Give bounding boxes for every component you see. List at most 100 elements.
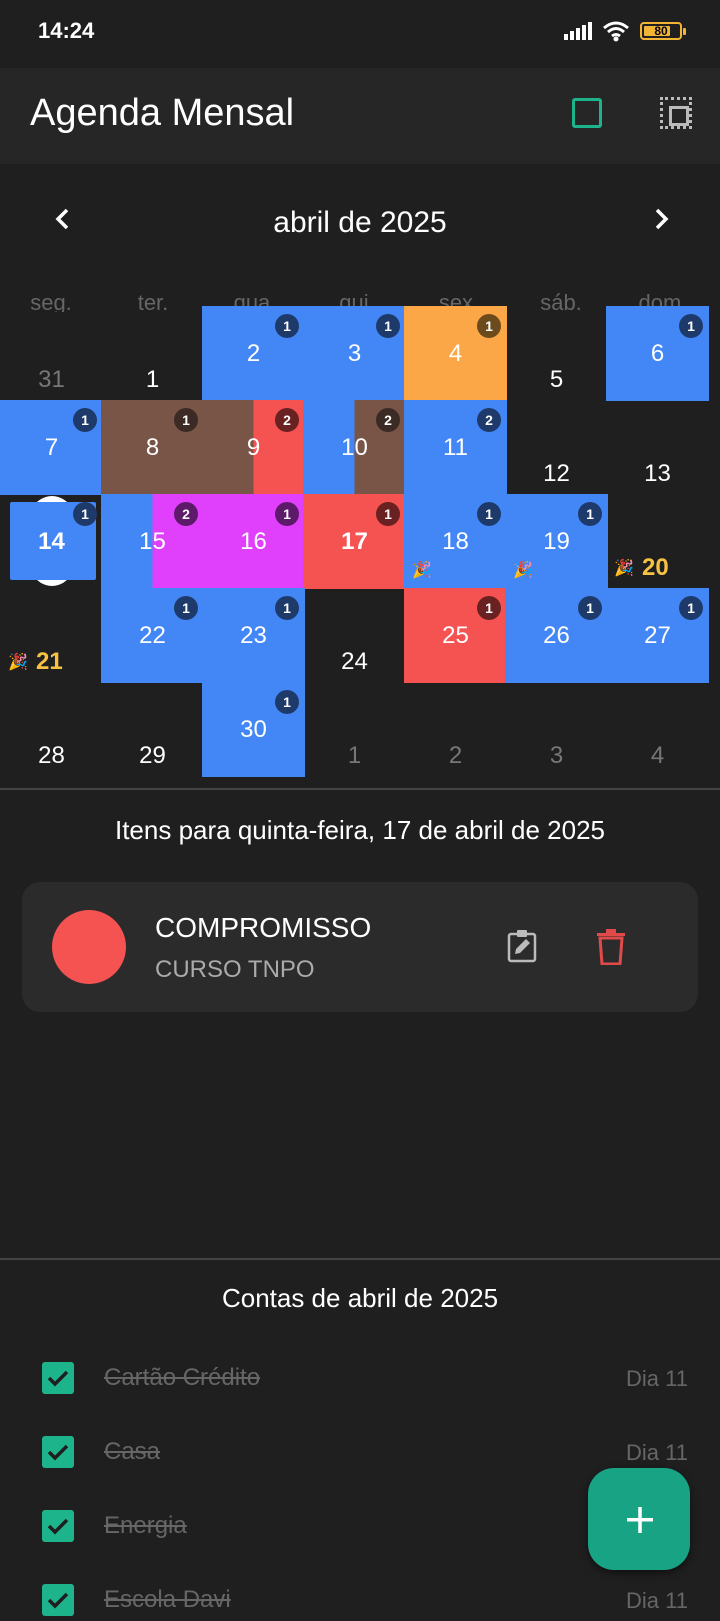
calendar-day[interactable]: 5 (505, 306, 608, 401)
calendar-day[interactable]: 22 1 (101, 588, 204, 683)
checkbox-checked-icon[interactable] (42, 1362, 74, 1394)
checkbox-checked-icon[interactable] (42, 1584, 74, 1616)
event-count-badge: 1 (477, 596, 501, 620)
calendar-day[interactable]: 12 (505, 400, 608, 495)
select-view-icon[interactable] (660, 97, 692, 129)
calendar-day[interactable]: 19 1 🎉 (505, 494, 608, 589)
divider (0, 788, 720, 790)
checkbox-checked-icon[interactable] (42, 1436, 74, 1468)
calendar-day[interactable]: 11 2 (404, 400, 507, 495)
calendar-day[interactable]: 27 1 (606, 588, 709, 683)
bill-name: Casa (104, 1438, 161, 1465)
event-count-badge: 1 (174, 408, 198, 432)
calendar-day[interactable]: 41 (404, 306, 507, 401)
day-number: 16 (240, 528, 267, 555)
calendar-day[interactable]: 21 (202, 306, 305, 401)
day-number: 1 (145, 366, 160, 393)
day-number: 14 (38, 528, 65, 555)
calendar-day[interactable]: 30 1 (202, 682, 305, 777)
calendar-day[interactable]: 17 1 (303, 494, 406, 589)
calendar-day[interactable]: 31 (0, 306, 103, 401)
status-icons: 80 (564, 20, 686, 42)
day-number: 31 (38, 366, 65, 393)
day-number: 2 (246, 340, 261, 367)
month-label: abril de 2025 (273, 206, 447, 239)
day-number: 20 (642, 554, 669, 581)
event-count-badge: 1 (275, 502, 299, 526)
day-number: 4 (650, 742, 665, 769)
add-button[interactable] (588, 1468, 690, 1570)
day-number: 3 (549, 742, 564, 769)
day-number: 12 (543, 460, 570, 487)
calendar-day[interactable]: 23 1 (202, 588, 305, 683)
calendar-day[interactable]: 92 (202, 400, 305, 495)
item-color-dot (52, 910, 126, 984)
day-number: 19 (543, 528, 570, 555)
calendar-day[interactable]: 16 1 2 (174, 494, 305, 589)
month-view-icon[interactable] (572, 98, 602, 128)
day-number: 17 (341, 528, 368, 555)
app-title: Agenda Mensal (30, 92, 295, 134)
calendar-day[interactable]: 13 (606, 400, 709, 495)
wifi-icon (603, 21, 629, 42)
status-time: 14:24 (38, 18, 95, 43)
day-number: 30 (240, 716, 267, 743)
event-count-badge: 1 (578, 502, 602, 526)
calendar-day[interactable]: 18 1 🎉 (404, 494, 507, 589)
calendar-day[interactable]: 71 (0, 400, 103, 495)
day-number: 23 (240, 622, 267, 649)
event-count-badge: 1 (275, 690, 299, 714)
calendar-day[interactable]: 29 (101, 682, 204, 777)
chevron-right-icon[interactable] (646, 204, 676, 234)
party-popper-icon: 🎉 (412, 562, 432, 579)
day-number: 1 (347, 742, 362, 769)
chevron-left-icon[interactable] (48, 204, 78, 234)
checkbox-checked-icon[interactable] (42, 1510, 74, 1542)
signal-icon (564, 22, 592, 40)
bill-name: Escola Davi (104, 1586, 231, 1613)
calendar-day[interactable]: 25 1 (404, 588, 507, 683)
day-number: 15 (139, 528, 166, 555)
party-popper-icon: 🎉 (513, 562, 533, 579)
event-count-badge: 1 (376, 314, 400, 338)
day-number: 25 (442, 622, 469, 649)
calendar-day[interactable]: 🎉 20 (606, 494, 709, 589)
day-number: 29 (139, 742, 166, 769)
item-type: COMPROMISSO (155, 912, 372, 943)
calendar-day[interactable]: 31 (303, 306, 406, 401)
calendar-day[interactable]: 1 (303, 682, 406, 777)
calendar-day[interactable]: 14 1 (0, 494, 103, 589)
items-title: Itens para quinta-feira, 17 de abril de … (114, 815, 605, 845)
event-count-badge: 1 (275, 314, 299, 338)
day-number: 28 (38, 742, 65, 769)
calendar-day[interactable]: 10 2 (303, 400, 406, 495)
day-number: 3 (347, 340, 362, 367)
day-number: 9 (246, 434, 261, 461)
calendar-day[interactable]: 1 (101, 306, 204, 401)
event-count-badge: 1 (477, 502, 501, 526)
calendar-day[interactable]: 🎉 21 (0, 588, 103, 683)
calendar-day[interactable]: 4 (606, 682, 709, 777)
day-number: 26 (543, 622, 570, 649)
day-number: 22 (139, 622, 166, 649)
calendar-day[interactable]: 24 (303, 588, 406, 683)
day-number: 18 (442, 528, 469, 555)
trash-icon[interactable] (596, 929, 626, 966)
event-count-badge: 2 (275, 408, 299, 432)
calendar-day[interactable]: 61 (606, 306, 709, 401)
edit-icon[interactable] (507, 929, 537, 963)
day-number: 5 (549, 366, 564, 393)
day-number: 21 (36, 648, 63, 675)
calendar-day[interactable]: 81 (101, 400, 204, 495)
plus-icon (627, 1507, 653, 1533)
event-count-badge: 1 (275, 596, 299, 620)
calendar-day[interactable]: 28 (0, 682, 103, 777)
event-count-badge: 1 (679, 314, 703, 338)
calendar-day[interactable]: 2 (404, 682, 507, 777)
calendar-day[interactable]: 26 1 (505, 588, 608, 683)
event-count-badge: 1 (679, 596, 703, 620)
bill-day: Dia 11 (626, 1588, 688, 1613)
battery-level: 80 (654, 24, 668, 38)
calendar-day[interactable]: 3 (505, 682, 608, 777)
bill-name: Energia (104, 1512, 187, 1539)
